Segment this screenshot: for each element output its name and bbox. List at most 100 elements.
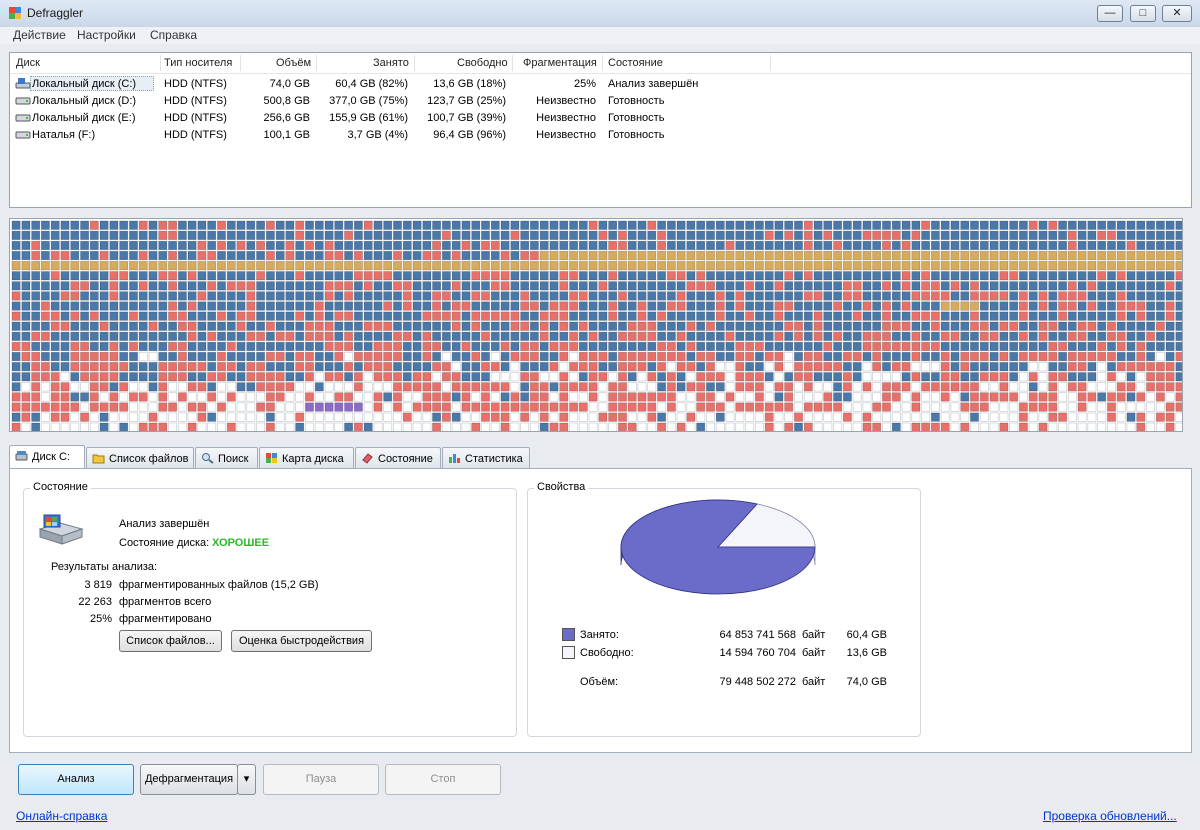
disk-map-block: [520, 311, 530, 321]
disk-map-block: [441, 220, 451, 230]
col-media-type[interactable]: Тип носителя: [164, 57, 232, 69]
col-fragmentation[interactable]: Фрагментация: [523, 57, 597, 69]
disk-map-block: [1009, 351, 1019, 362]
disk-map[interactable]: [9, 218, 1183, 432]
disk-map-block: [833, 311, 843, 321]
tab-search[interactable]: Поиск: [195, 447, 258, 468]
disk-map-block: [774, 382, 784, 392]
disk-map-block: [1009, 271, 1019, 281]
disk-map-block: [970, 220, 979, 230]
disk-map-block: [813, 271, 823, 281]
disk-map-block: [334, 301, 344, 311]
disk-map-block: [696, 250, 706, 261]
disk-map-block: [31, 311, 41, 321]
disk-map-block: [1028, 321, 1038, 331]
disk-map-block: [852, 351, 862, 362]
disk-map-block: [618, 422, 627, 431]
disk-map-block: [1165, 331, 1175, 341]
stop-button[interactable]: Стоп: [385, 764, 501, 795]
disk-map-block: [657, 261, 667, 271]
defragment-dropdown-button[interactable]: ▾: [237, 764, 256, 795]
disk-map-block: [246, 220, 256, 230]
tab-state[interactable]: Состояние: [355, 447, 441, 468]
disk-map-block: [627, 321, 637, 331]
drive-frag-cell: Неизвестно: [536, 129, 596, 141]
disk-map-block: [676, 331, 686, 341]
disk-map-block: [31, 372, 41, 382]
drive-row[interactable]: Локальный диск (C:) HDD (NTFS) 74,0 GB 60,4…: [10, 75, 1191, 92]
col-used[interactable]: Занято: [373, 57, 409, 69]
disk-map-block: [578, 341, 588, 352]
disk-map-block: [432, 250, 442, 261]
disk-map-block: [618, 261, 627, 271]
disk-map-block: [852, 281, 862, 291]
maximize-button[interactable]: □: [1130, 5, 1156, 22]
disk-map-block: [608, 392, 618, 402]
disk-map-block: [940, 250, 950, 261]
disk-map-block: [1048, 230, 1058, 240]
disk-map-block: [402, 331, 412, 341]
disk-map-block: [960, 402, 970, 412]
disk-map-block: [921, 311, 931, 321]
col-free[interactable]: Свободно: [457, 57, 508, 69]
online-help-link[interactable]: Онлайн-справка: [16, 809, 107, 823]
disk-map-block: [842, 351, 852, 362]
disk-map-block: [129, 382, 138, 392]
disk-map-block: [40, 230, 50, 240]
col-size[interactable]: Объём: [276, 57, 311, 69]
tab-statistics[interactable]: Статистика: [442, 447, 530, 468]
drive-row[interactable]: Наталья (F:) HDD (NTFS) 100,1 GB 3,7 GB (4%…: [10, 126, 1191, 143]
col-status[interactable]: Состояние: [608, 57, 663, 69]
disk-map-block: [432, 392, 442, 402]
menu-settings[interactable]: Настройки: [77, 28, 136, 42]
disk-map-block: [891, 372, 901, 382]
disk-map-block: [1018, 422, 1028, 431]
disk-map-block: [393, 230, 402, 240]
disk-map-block: [725, 392, 735, 402]
close-button[interactable]: ✕: [1162, 5, 1192, 22]
disk-map-block: [1087, 362, 1097, 372]
disk-map-block: [471, 291, 481, 301]
tab-file-list[interactable]: Список файлов: [86, 447, 194, 468]
disk-map-block: [1107, 261, 1116, 271]
minimize-button[interactable]: —: [1097, 5, 1123, 22]
disk-map-block: [725, 250, 735, 261]
analyze-button[interactable]: Анализ: [18, 764, 134, 795]
disk-map-block: [647, 402, 657, 412]
col-disk[interactable]: Диск: [16, 57, 40, 69]
disk-map-block: [471, 250, 481, 261]
disk-map-block: [393, 271, 402, 281]
disk-map-block: [666, 291, 676, 301]
disk-map-block: [441, 250, 451, 261]
menu-help[interactable]: Справка: [150, 28, 197, 42]
disk-map-block: [119, 230, 129, 240]
disk-map-block: [177, 412, 187, 422]
disk-map-block: [520, 362, 530, 372]
check-updates-link[interactable]: Проверка обновлений...: [1043, 809, 1177, 823]
tab-disk-map[interactable]: Карта диска: [259, 447, 354, 468]
disk-map-block: [686, 372, 696, 382]
disk-map-block: [334, 321, 344, 331]
disk-map-block: [686, 291, 696, 301]
defragment-button[interactable]: Дефрагментация: [140, 764, 238, 795]
pause-button[interactable]: Пауза: [263, 764, 379, 795]
drive-row[interactable]: Локальный диск (E:) HDD (NTFS) 256,6 GB 155…: [10, 109, 1191, 126]
file-list-button[interactable]: Список файлов...: [119, 630, 222, 652]
disk-map-block: [1107, 382, 1116, 392]
tab-disk-c[interactable]: Диск C:: [9, 445, 85, 469]
drive-row[interactable]: Локальный диск (D:) HDD (NTFS) 500,8 GB 377…: [10, 92, 1191, 109]
benchmark-button[interactable]: Оценка быстродействия: [231, 630, 372, 652]
disk-map-block: [217, 331, 226, 341]
disk-map-block: [80, 311, 90, 321]
disk-map-block: [706, 281, 715, 291]
disk-map-block: [324, 402, 334, 412]
disk-map-block: [50, 412, 60, 422]
disk-map-block: [148, 281, 158, 291]
menu-action[interactable]: Действие: [13, 28, 66, 42]
disk-map-block: [940, 311, 950, 321]
fragmented-percent: 25%: [89, 613, 112, 625]
disk-map-block: [21, 220, 31, 230]
disk-map-block: [569, 382, 579, 392]
disk-map-block: [823, 351, 833, 362]
disk-map-block: [872, 331, 882, 341]
